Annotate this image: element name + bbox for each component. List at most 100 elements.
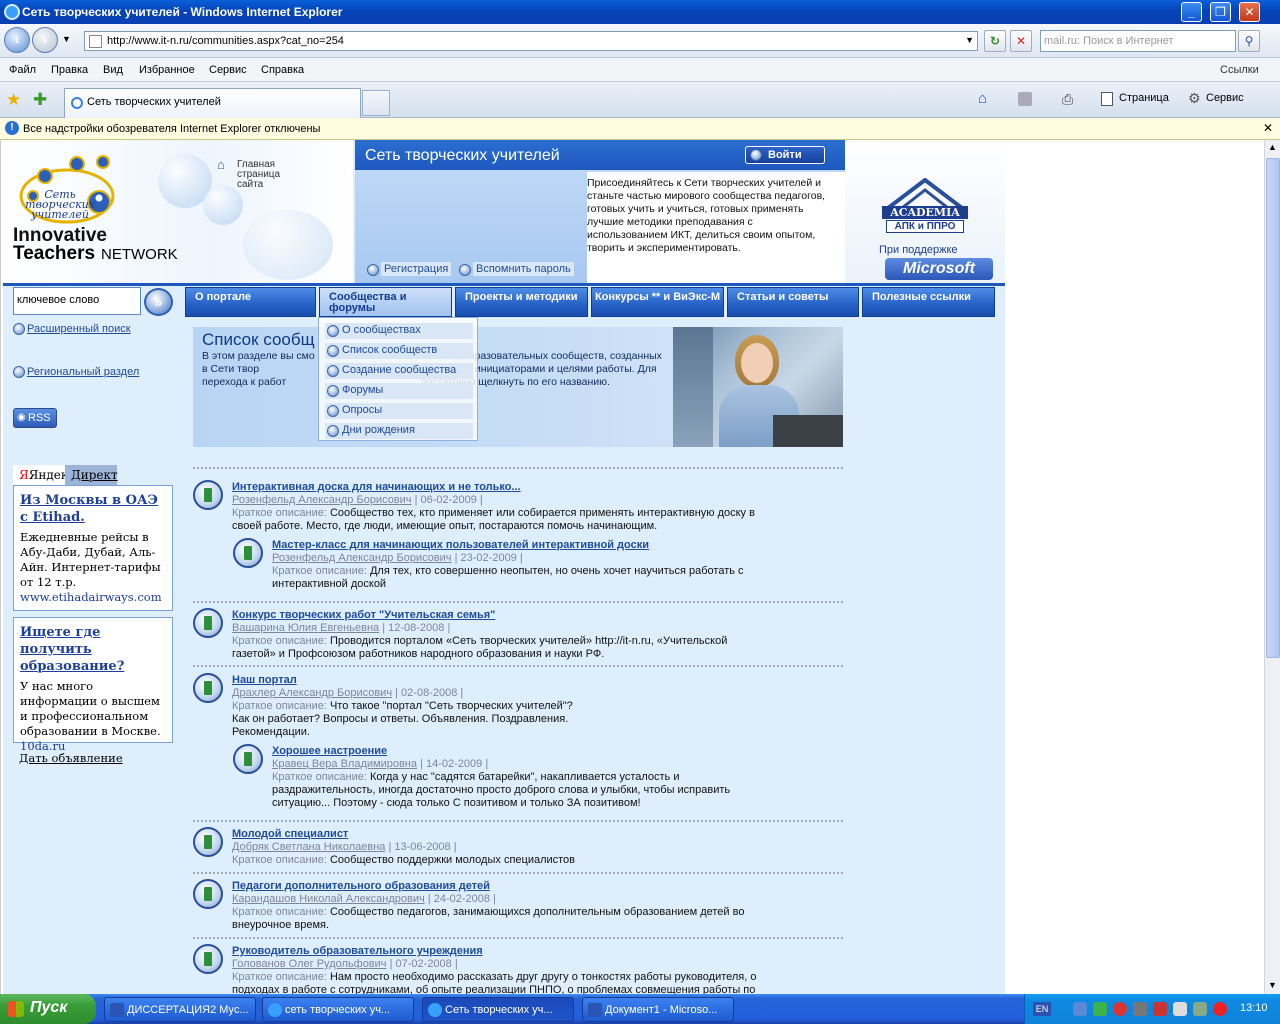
nav-communities[interactable]: Сообщества и форумы [319, 287, 452, 317]
ad-title[interactable]: Ищете где получить образование? [20, 624, 166, 675]
info-bar[interactable]: ! Все надстройки обозревателя Internet E… [0, 118, 1280, 140]
dropdown-item-forums[interactable]: Форумы [325, 383, 473, 399]
academia-logo[interactable]: ACADEMIA АПК и ППРО [882, 177, 968, 234]
community-title[interactable]: Мастер-класс для начинающих пользователе… [272, 539, 649, 551]
remind-password-link[interactable]: Вспомнить пароль [459, 262, 574, 276]
device-icon[interactable] [1193, 1002, 1207, 1016]
community-title[interactable]: Наш портал [232, 674, 297, 686]
community-author[interactable]: Драхлер Александр Борисович [232, 687, 392, 699]
taskbar-item-ie-2[interactable]: Сеть творческих уч... [422, 997, 574, 1022]
favorites-star-icon[interactable]: ★ [6, 90, 21, 110]
sync-icon[interactable] [1093, 1002, 1107, 1016]
community-author[interactable]: Голованов Олег Рудольфович [232, 958, 387, 970]
search-submit-button[interactable]: » [144, 288, 173, 316]
nav-links[interactable]: Полезные ссылки [862, 287, 995, 317]
community-icon[interactable] [193, 673, 223, 703]
page-menu[interactable]: Страница [1119, 92, 1169, 104]
history-dropdown-icon[interactable]: ▼ [62, 34, 71, 44]
network-icon[interactable] [1073, 1002, 1087, 1016]
ad-tab-direct[interactable]: Директ [65, 465, 118, 485]
opera-icon[interactable] [1213, 1002, 1227, 1016]
community-author[interactable]: Розенфельд Александр Борисович [232, 494, 412, 506]
microsoft-logo[interactable]: Microsoft [885, 258, 993, 280]
community-title[interactable]: Конкурс творческих работ "Учительская се… [232, 609, 495, 621]
nav-about[interactable]: О портале [185, 287, 316, 317]
community-title[interactable]: Педагоги дополнительного образования дет… [232, 880, 490, 892]
settings-icon[interactable] [1133, 1002, 1147, 1016]
community-icon[interactable] [193, 827, 223, 857]
web-search-input[interactable]: mail.ru: Поиск в Интернет [1040, 30, 1236, 52]
back-button[interactable]: ‹ [4, 27, 30, 53]
give-ad-link[interactable]: Дать объявление [19, 751, 123, 765]
tab-active[interactable]: Сеть творческих учителей [64, 88, 361, 118]
language-indicator[interactable]: EN [1033, 1002, 1051, 1016]
nav-contests[interactable]: Конкурсы ** и ВиЭкс-М [591, 287, 724, 317]
community-title[interactable]: Хорошее настроение [272, 745, 387, 757]
print-icon[interactable]: ⎙ [1062, 91, 1073, 108]
refresh-button[interactable]: ↻ [984, 30, 1006, 52]
register-link[interactable]: Регистрация [367, 262, 452, 276]
search-go-button[interactable]: ⚲ [1238, 30, 1260, 52]
community-icon[interactable] [193, 480, 223, 510]
forward-button[interactable]: › [32, 27, 58, 53]
menu-view[interactable]: Вид [103, 64, 123, 76]
add-favorite-icon[interactable]: ✚ [33, 90, 47, 110]
nav-articles[interactable]: Статьи и советы [727, 287, 859, 317]
tools-menu[interactable]: Сервис [1206, 92, 1244, 104]
community-icon[interactable] [193, 608, 223, 638]
home-icon[interactable]: ⌂ [978, 90, 987, 107]
nav-projects[interactable]: Проекты и методики [455, 287, 588, 317]
community-icon[interactable] [233, 744, 263, 774]
community-author[interactable]: Добряк Светлана Николаевна [232, 841, 385, 853]
community-icon[interactable] [233, 538, 263, 568]
minimize-button[interactable]: _ [1181, 2, 1202, 22]
menu-file[interactable]: Файл [9, 64, 36, 76]
ad-card[interactable]: Ищете где получить образование? У нас мн… [13, 617, 173, 753]
ad-title[interactable]: Из Москвы в ОАЭ с Etihad. [20, 492, 166, 526]
volume-icon[interactable] [1173, 1002, 1187, 1016]
community-author[interactable]: Карандашов Николай Александрович [232, 893, 425, 905]
dropdown-item-about[interactable]: О сообществах [325, 323, 473, 339]
home-link[interactable]: ⌂ Главная страница сайта [217, 158, 307, 190]
stop-button[interactable]: ✕ [1010, 30, 1032, 52]
maximize-button[interactable]: ❐ [1210, 2, 1231, 22]
community-title[interactable]: Молодой специалист [232, 828, 348, 840]
dropdown-item-create[interactable]: Создание сообщества [325, 363, 473, 379]
address-input[interactable]: http://www.it-n.ru/communities.aspx?cat_… [84, 31, 978, 51]
taskbar-item-word-dissertation[interactable]: ДИССЕРТАЦИЯ2 Мус... [104, 997, 256, 1022]
ad-url[interactable]: www.etihadairways.com [20, 590, 166, 605]
dropdown-item-list[interactable]: Список сообществ [325, 343, 473, 359]
info-bar-close-icon[interactable]: ✕ [1263, 121, 1273, 135]
regional-link[interactable]: Региональный раздел [13, 366, 139, 378]
community-author[interactable]: Кравец Вера Владимировна [272, 758, 417, 770]
login-button[interactable]: Войти [745, 146, 825, 164]
antivirus-icon[interactable] [1113, 1002, 1127, 1016]
vertical-scrollbar[interactable]: ▲ ▼ [1264, 140, 1280, 994]
scroll-up-icon[interactable]: ▲ [1268, 142, 1277, 152]
alert-icon[interactable] [1153, 1002, 1167, 1016]
community-icon[interactable] [193, 944, 223, 974]
dropdown-item-polls[interactable]: Опросы [325, 403, 473, 419]
address-dropdown-icon[interactable]: ▼ [965, 35, 974, 45]
rss-button[interactable]: ◉ RSS [13, 408, 57, 428]
taskbar-item-word-doc1[interactable]: Документ1 - Microso... [582, 997, 734, 1022]
menu-favorites[interactable]: Избранное [139, 64, 195, 76]
menu-tools[interactable]: Сервис [209, 64, 247, 76]
community-author[interactable]: Розенфельд Александр Борисович [272, 552, 452, 564]
community-title[interactable]: Интерактивная доска для начинающих и не … [232, 481, 521, 493]
links-label[interactable]: Ссылки [1220, 64, 1259, 76]
community-title[interactable]: Руководитель образовательного учреждения [232, 945, 483, 957]
menu-edit[interactable]: Правка [51, 64, 88, 76]
community-icon[interactable] [193, 879, 223, 909]
taskbar-item-ie-1[interactable]: сеть творческих уч... [262, 997, 414, 1022]
keyword-input[interactable]: ключевое слово [13, 287, 141, 315]
dropdown-item-birthdays[interactable]: Дни рождения [325, 423, 473, 439]
ad-tab-yandex[interactable]: ЯЯндекс [13, 465, 75, 485]
start-button[interactable]: Пуск [0, 994, 96, 1024]
ad-card[interactable]: Из Москвы в ОАЭ с Etihad. Ежедневные рей… [13, 485, 173, 611]
scrollbar-thumb[interactable] [1266, 158, 1280, 658]
community-author[interactable]: Вашарина Юлия Евгеньевна [232, 622, 379, 634]
scroll-down-icon[interactable]: ▼ [1268, 980, 1277, 990]
new-tab-button[interactable] [362, 90, 390, 116]
itn-logo[interactable]: Сеть творческих учителей [15, 154, 125, 234]
